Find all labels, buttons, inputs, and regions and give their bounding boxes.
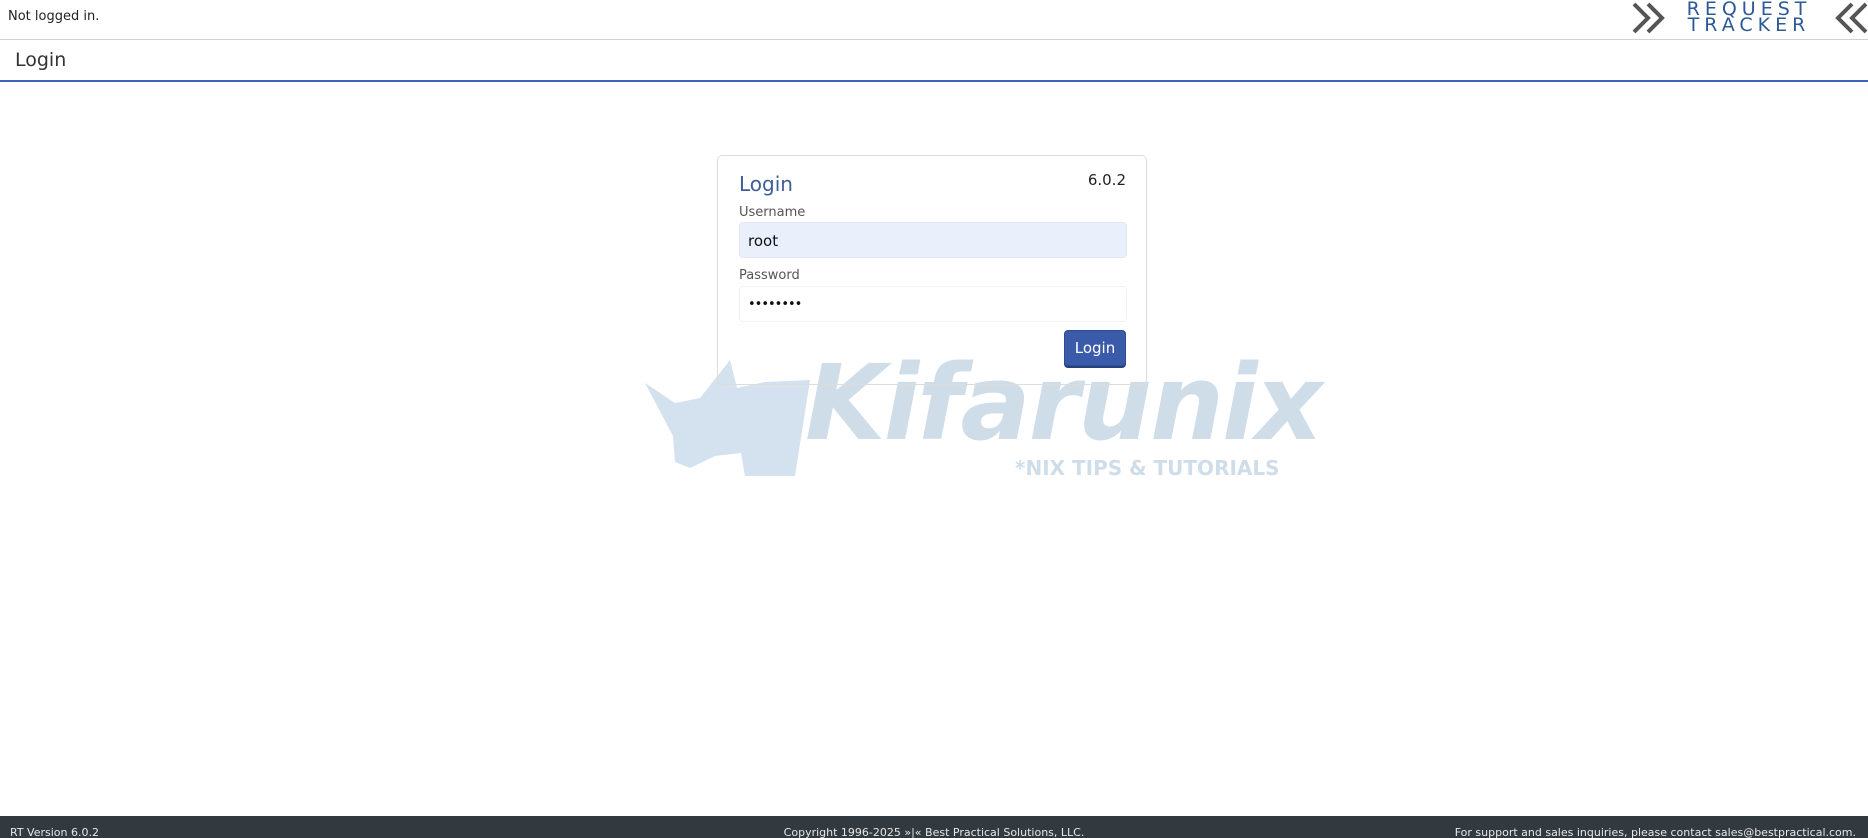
login-status-text: Not logged in. [8, 9, 100, 24]
watermark-tagline: *NIX TIPS & TUTORIALS [1015, 456, 1280, 480]
footer-support-text[interactable]: For support and sales inquiries, please … [1455, 826, 1856, 838]
username-label: Username [739, 205, 806, 220]
logo-text-tracker: TRACKER [1687, 14, 1811, 36]
footer: RT Version 6.0.2 Copyright 1996-2025 »|«… [0, 816, 1868, 838]
top-bar: Not logged in. REQUEST TRACKER [0, 0, 1868, 40]
password-input[interactable]: •••••••• [739, 286, 1127, 322]
login-button[interactable]: Login [1064, 330, 1126, 366]
page-header: Login [0, 40, 1868, 82]
login-card-title: Login [739, 172, 793, 196]
page-title: Login [15, 49, 67, 71]
password-label: Password [739, 268, 800, 283]
login-form-card: Login 6.0.2 Username root Password •••••… [717, 155, 1147, 385]
request-tracker-logo[interactable]: REQUEST TRACKER [1628, 0, 1868, 36]
username-input[interactable]: root [739, 222, 1127, 258]
rt-version-label: 6.0.2 [1087, 171, 1126, 189]
